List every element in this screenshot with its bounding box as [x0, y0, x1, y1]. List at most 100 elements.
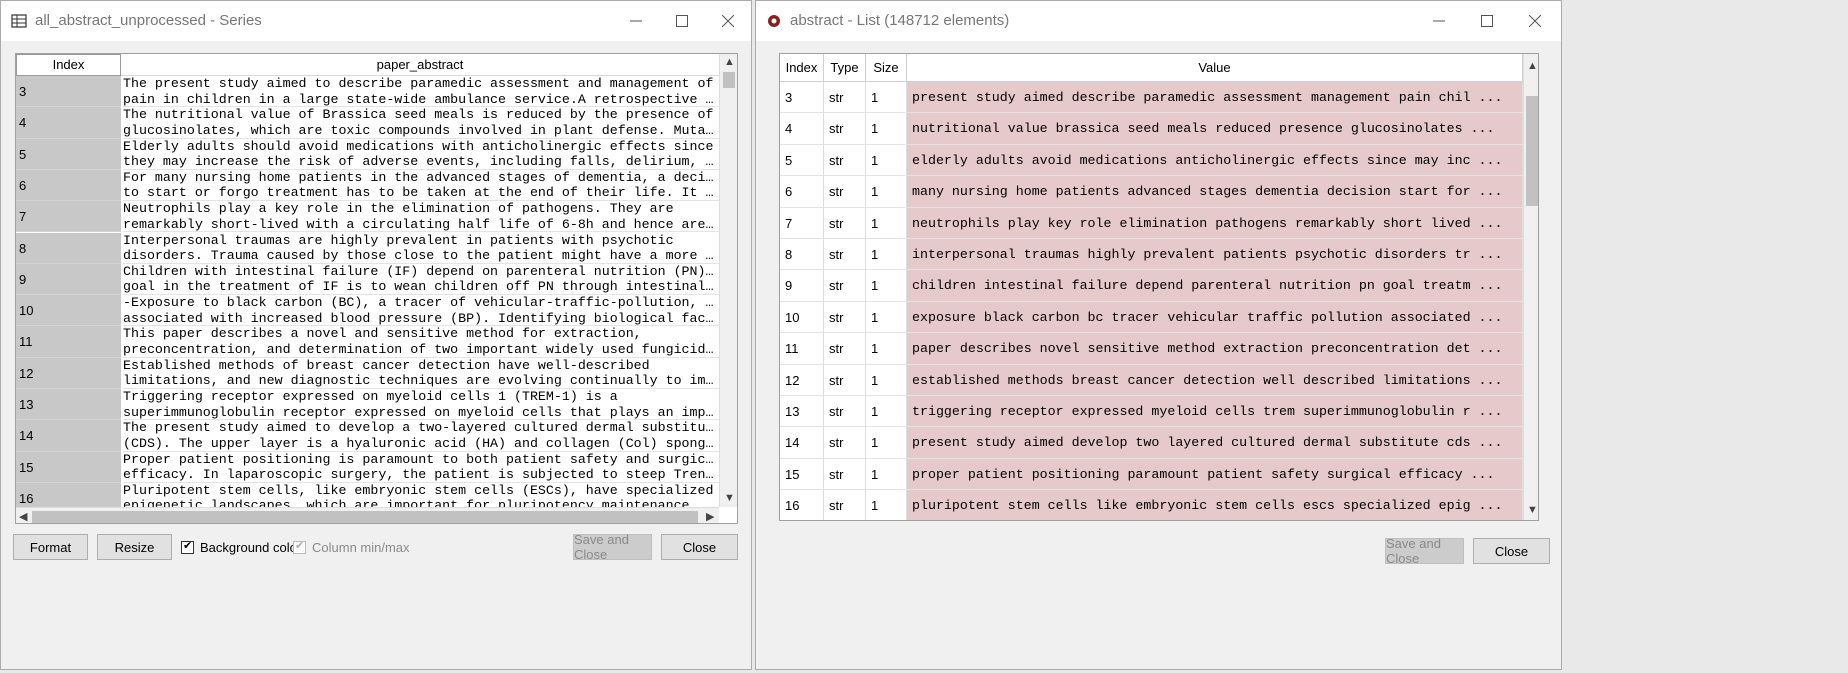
size-cell[interactable]: 1: [866, 176, 907, 208]
index-cell[interactable]: 14: [780, 427, 824, 459]
series-table[interactable]: Index paper_abstract 3 The present study …: [15, 53, 738, 524]
type-cell[interactable]: str: [824, 207, 866, 239]
value-cell[interactable]: exposure black carbon bc tracer vehicula…: [907, 301, 1523, 334]
index-cell[interactable]: 15: [780, 458, 824, 491]
table-row[interactable]: 8 Interpersonal traumas are highly preval…: [16, 232, 719, 264]
index-cell[interactable]: 16: [780, 490, 824, 520]
index-cell[interactable]: 13: [780, 396, 824, 428]
list-row[interactable]: 10 str 1 exposure black carbon bc tracer ve…: [780, 301, 1523, 334]
table-row[interactable]: 14 The present study aimed to develop a t…: [16, 420, 719, 452]
size-cell[interactable]: 1: [866, 301, 907, 334]
scroll-thumb[interactable]: [1526, 96, 1538, 206]
value-cell[interactable]: triggering receptor expressed myeloid ce…: [907, 396, 1523, 428]
value-cell[interactable]: pluripotent stem cells like embryonic st…: [907, 490, 1523, 520]
row-index-cell[interactable]: 13: [16, 389, 121, 421]
value-cell[interactable]: many nursing home patients advanced stag…: [907, 176, 1523, 208]
index-cell[interactable]: 10: [780, 301, 824, 334]
row-index-cell[interactable]: 8: [16, 232, 121, 264]
row-index-cell[interactable]: 12: [16, 357, 121, 389]
table-row[interactable]: 11 This paper describes a novel and sensi…: [16, 326, 719, 358]
type-cell[interactable]: str: [824, 113, 866, 145]
value-cell[interactable]: elderly adults avoid medications anticho…: [907, 144, 1523, 177]
index-cell[interactable]: 3: [780, 82, 824, 114]
list-row[interactable]: 11 str 1 paper describes novel sensitive me…: [780, 333, 1523, 365]
size-cell[interactable]: 1: [866, 144, 907, 177]
value-cell[interactable]: proper patient positioning paramount pat…: [907, 458, 1523, 491]
abstract-cell[interactable]: The nutritional value of Brassica seed m…: [123, 107, 719, 139]
index-cell[interactable]: 7: [780, 207, 824, 239]
list-row[interactable]: 9 str 1 children intestinal failure depend …: [780, 270, 1523, 302]
column-header-paper-abstract[interactable]: paper_abstract: [121, 54, 719, 76]
row-index-cell[interactable]: 4: [16, 107, 121, 139]
value-cell[interactable]: established methods breast cancer detect…: [907, 364, 1523, 396]
size-cell[interactable]: 1: [866, 207, 907, 239]
value-cell[interactable]: nutritional value brassica seed meals re…: [907, 113, 1523, 145]
maximize-button[interactable]: [659, 7, 705, 35]
scroll-thumb[interactable]: [723, 72, 735, 88]
title-bar[interactable]: abstract - List (148712 elements): [756, 1, 1561, 41]
index-cell[interactable]: 6: [780, 176, 824, 208]
table-row[interactable]: 7 Neutrophils play a key role in the elim…: [16, 201, 719, 233]
list-row[interactable]: 3 str 1 present study aimed describe parame…: [780, 82, 1523, 114]
column-header-index[interactable]: Index: [780, 54, 824, 82]
vertical-scrollbar[interactable]: ▲ ▼: [719, 54, 737, 507]
abstract-cell[interactable]: Triggering receptor expressed on myeloid…: [123, 389, 719, 421]
table-row[interactable]: 4 The nutritional value of Brassica seed …: [16, 107, 719, 139]
column-header-value[interactable]: Value: [907, 54, 1523, 82]
format-button[interactable]: Format: [13, 534, 88, 560]
table-row[interactable]: 10 -Exposure to black carbon (BC), a trac…: [16, 295, 719, 327]
type-cell[interactable]: str: [824, 333, 866, 365]
table-row[interactable]: 6 For many nursing home patients in the a…: [16, 169, 719, 202]
abstract-cell[interactable]: For many nursing home patients in the ad…: [123, 170, 719, 202]
type-cell[interactable]: str: [824, 364, 866, 396]
scroll-up-icon[interactable]: ▲: [724, 56, 735, 68]
abstract-cell[interactable]: -Exposure to black carbon (BC), a tracer…: [123, 295, 719, 327]
column-minmax-checkbox[interactable]: ✔ Column min/max: [293, 540, 410, 555]
minimize-button[interactable]: [613, 7, 659, 35]
row-index-cell[interactable]: 9: [16, 263, 121, 296]
horizontal-scrollbar[interactable]: ◀ ▶: [16, 507, 719, 523]
scroll-right-icon[interactable]: ▶: [706, 510, 714, 523]
close-window-button[interactable]: [1512, 7, 1558, 35]
type-cell[interactable]: str: [824, 144, 866, 177]
abstract-cell[interactable]: Established methods of breast cancer det…: [123, 358, 719, 389]
row-index-cell[interactable]: 5: [16, 138, 121, 170]
size-cell[interactable]: 1: [866, 333, 907, 365]
table-row[interactable]: 5 Elderly adults should avoid medications…: [16, 138, 719, 170]
row-index-cell[interactable]: 10: [16, 295, 121, 327]
row-index-cell[interactable]: 11: [16, 326, 121, 358]
size-cell[interactable]: 1: [866, 270, 907, 302]
size-cell[interactable]: 1: [866, 490, 907, 520]
abstract-cell[interactable]: Elderly adults should avoid medications …: [123, 139, 719, 170]
value-cell[interactable]: neutrophils play key role elimination pa…: [907, 207, 1523, 239]
size-cell[interactable]: 1: [866, 239, 907, 271]
index-cell[interactable]: 8: [780, 239, 824, 271]
list-row[interactable]: 13 str 1 triggering receptor expressed myel…: [780, 396, 1523, 428]
column-header-type[interactable]: Type: [824, 54, 866, 82]
save-and-close-button[interactable]: Save and Close: [1385, 536, 1464, 566]
abstract-cell[interactable]: Neutrophils play a key role in the elimi…: [123, 201, 719, 233]
column-header-index[interactable]: Index: [16, 54, 121, 76]
row-index-cell[interactable]: 6: [16, 169, 121, 202]
size-cell[interactable]: 1: [866, 364, 907, 396]
value-cell[interactable]: present study aimed develop two layered …: [907, 427, 1523, 459]
list-row[interactable]: 15 str 1 proper patient positioning paramou…: [780, 458, 1523, 491]
table-row[interactable]: 3 The present study aimed to describe par…: [16, 76, 719, 108]
value-cell[interactable]: paper describes novel sensitive method e…: [907, 333, 1523, 365]
abstract-cell[interactable]: Children with intestinal failure (IF) de…: [123, 264, 719, 296]
abstract-cell[interactable]: The present study aimed to develop a two…: [123, 420, 719, 452]
type-cell[interactable]: str: [824, 270, 866, 302]
close-button[interactable]: Close: [661, 534, 738, 560]
index-cell[interactable]: 5: [780, 144, 824, 177]
row-index-cell[interactable]: 14: [16, 420, 121, 452]
row-index-cell[interactable]: 3: [16, 76, 121, 108]
scroll-up-icon[interactable]: ▲: [1527, 60, 1538, 72]
value-cell[interactable]: present study aimed describe paramedic a…: [907, 82, 1523, 114]
type-cell[interactable]: str: [824, 427, 866, 459]
list-row[interactable]: 14 str 1 present study aimed develop two la…: [780, 427, 1523, 459]
type-cell[interactable]: str: [824, 458, 866, 491]
type-cell[interactable]: str: [824, 82, 866, 114]
close-button[interactable]: Close: [1473, 538, 1550, 564]
index-cell[interactable]: 4: [780, 113, 824, 145]
index-cell[interactable]: 12: [780, 364, 824, 396]
